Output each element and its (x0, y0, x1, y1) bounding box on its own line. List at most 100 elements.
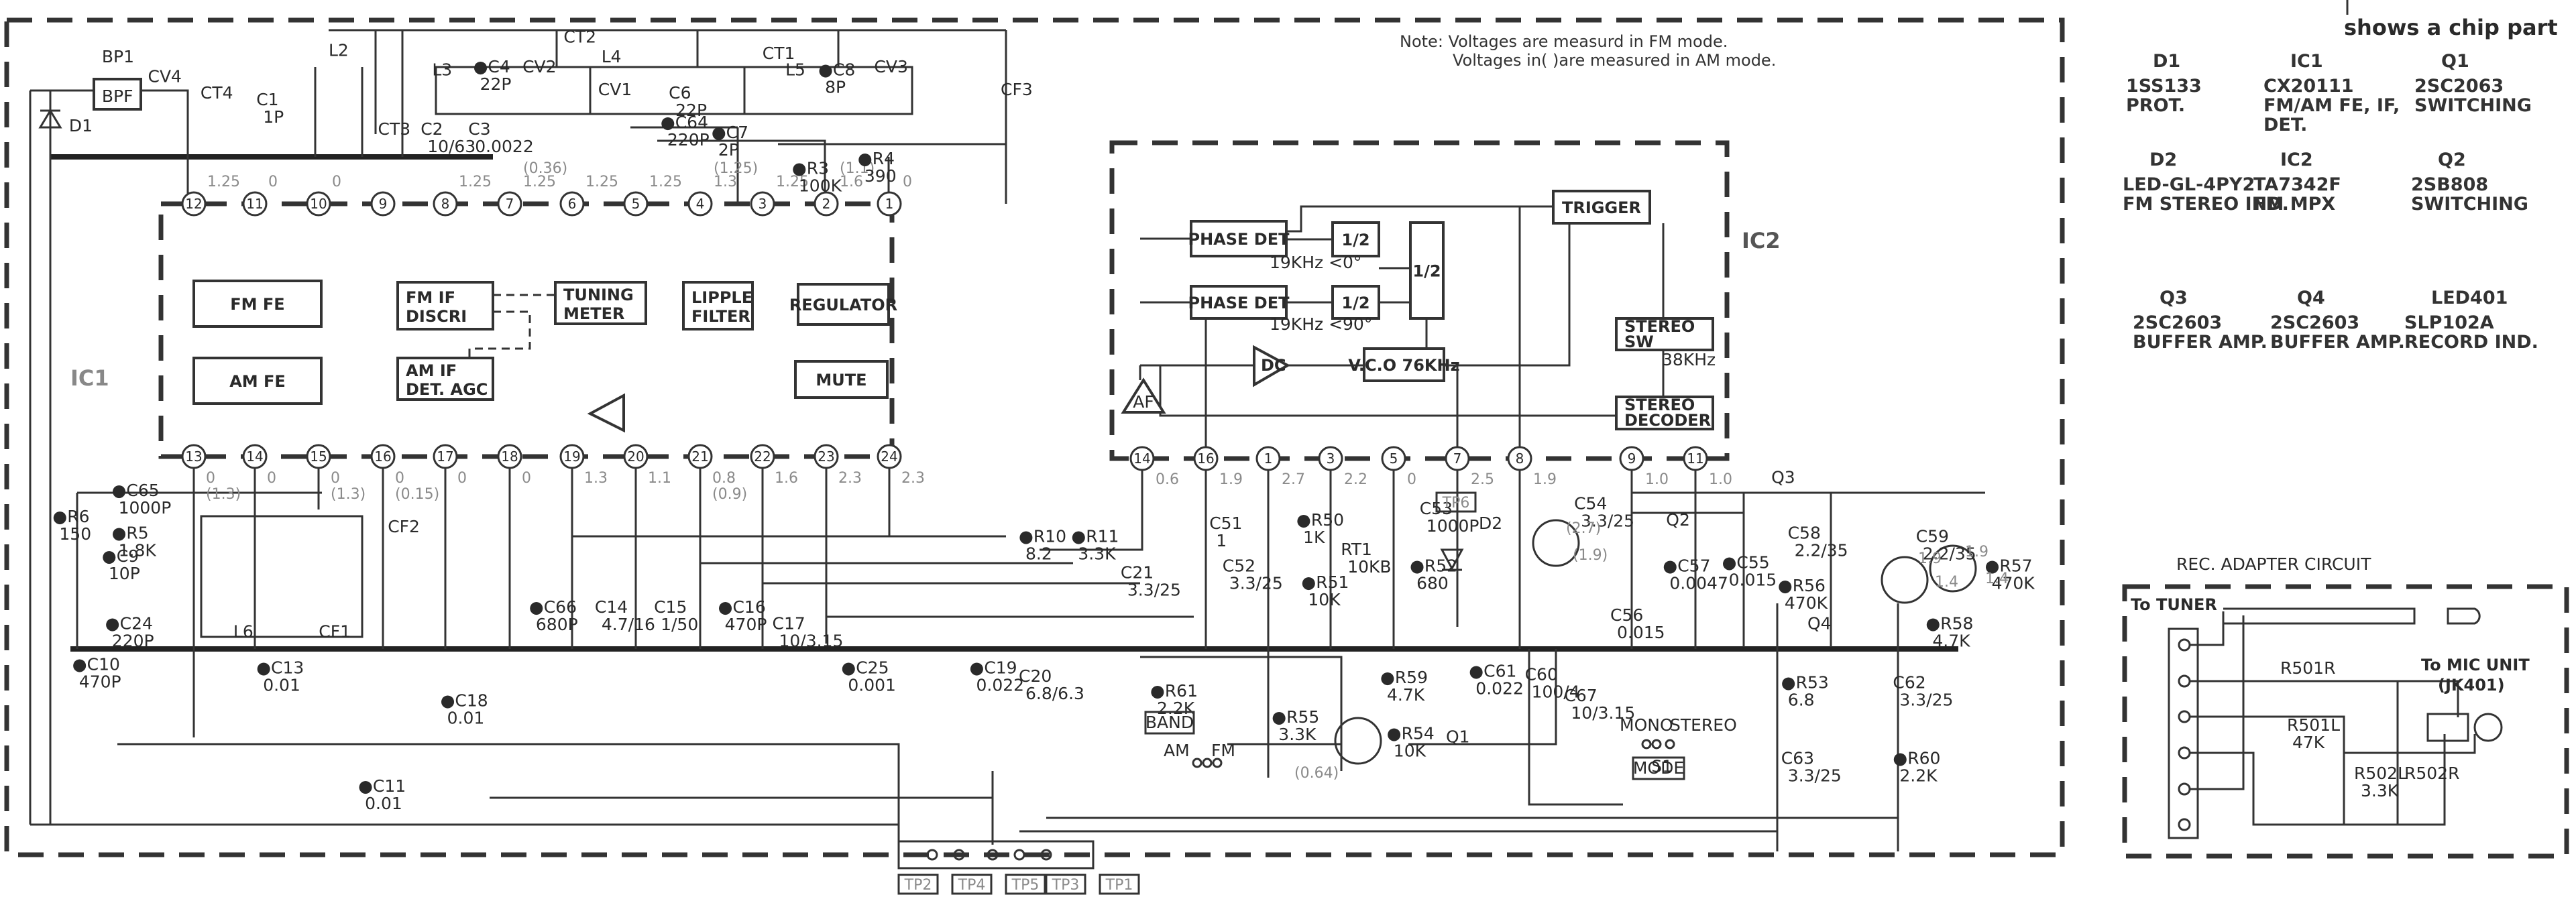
ic2-pin-number: 16 (1197, 451, 1214, 467)
ic2-block-label: 1/2 (1341, 231, 1369, 249)
ic1-amplifier-icon (587, 393, 625, 433)
component-ref: CV1 (598, 80, 632, 99)
component-value: 0.022 (976, 676, 1025, 695)
component-ref: D2 (1479, 514, 1502, 533)
component-value: 470P (79, 672, 121, 692)
mode-switch-contact[interactable] (1641, 739, 1652, 750)
component-ref: CV3 (874, 57, 907, 76)
component-ref: C67 (1564, 686, 1597, 705)
component-ref: L5 (785, 60, 805, 80)
component-value: 3.3K (1078, 544, 1116, 564)
transistor-voltage: 1.9 (1918, 550, 1942, 567)
mode-switch-contact[interactable] (1665, 739, 1675, 750)
test-point-label: TP1 (1105, 877, 1133, 894)
rec-adapter-title: REC. ADAPTER CIRCUIT (2176, 554, 2371, 574)
pin-voltage: 0 (268, 174, 278, 190)
component-ref: ●C16 (718, 597, 766, 617)
legend-function: BUFFER AMP. (2270, 332, 2405, 353)
test-point-terminal[interactable] (926, 849, 938, 861)
ic1-block-label: FM IF (406, 288, 455, 307)
band-switch-contact[interactable] (1192, 758, 1202, 768)
r502l-value: 3.3K (2361, 781, 2399, 800)
component-ref: C63 (1781, 748, 1814, 768)
component-value: 3.3/25 (1229, 574, 1283, 593)
ic1-block-label: TUNING (563, 286, 634, 304)
component-value: 0.001 (848, 676, 896, 695)
component-value: 6.8 (1788, 691, 1815, 710)
component-ref: CF2 (388, 517, 420, 536)
ic2-pin-number: 3 (1327, 451, 1335, 467)
component-ref: ●R52 (1410, 556, 1457, 576)
ic2-pin-number: 14 (1133, 451, 1150, 467)
component-ref: ●C8 (818, 60, 855, 80)
pin-voltage: 0 (903, 174, 912, 190)
ic2-block-label: DECODER (1624, 411, 1711, 430)
component-ref: Q1 (1446, 727, 1470, 746)
ic1-pin-number: 1 (885, 196, 894, 212)
to-tuner-label: To TUNER (2131, 595, 2217, 614)
ic1-block-label: METER (563, 304, 625, 323)
pin-voltage: 1.0 (1645, 471, 1669, 488)
component-ref: ●R10 (1019, 527, 1066, 546)
pin-voltage: 2.7 (1282, 471, 1305, 488)
component-ref: ●R55 (1272, 707, 1319, 727)
ic1-pin-number: 13 (185, 448, 202, 465)
ic2-pin-number: 5 (1390, 451, 1398, 467)
transistor-voltage: (0.64) (1294, 765, 1339, 782)
component-ref: C54 (1574, 494, 1607, 514)
pin-voltage-am: (1.25) (714, 160, 758, 177)
component-value: 470K (1785, 593, 1828, 613)
component-ref: L4 (602, 47, 622, 66)
component-ref: ●C25 (841, 658, 889, 678)
ic1-pin-number: 20 (627, 448, 644, 465)
component-ref: C1 (256, 90, 278, 109)
mode-switch-contact[interactable] (1651, 739, 1662, 750)
legend-function: SWITCHING (2414, 95, 2532, 116)
band-switch-contact[interactable] (1202, 758, 1213, 768)
legend-type: 2SC2603 (2270, 312, 2359, 333)
ic2-label: IC2 (1742, 228, 1781, 253)
ic1-pin-number: 12 (185, 196, 202, 212)
legend-type: CX20111 (2263, 76, 2354, 97)
component-value: 0.01 (447, 709, 485, 728)
component-ref: CF3 (1001, 80, 1033, 99)
component-ref: L2 (329, 40, 349, 60)
component-value: 0.01 (365, 794, 402, 813)
legend-function: BUFFER AMP. (2133, 332, 2267, 353)
component-ref: C51 (1209, 514, 1242, 533)
ic1-pin-number: 2 (822, 196, 831, 212)
ic1-pin-number: 6 (568, 196, 577, 212)
switch-am-label: AM (1164, 741, 1190, 760)
component-value: 6.8/6.3 (1025, 684, 1084, 703)
ic1-block-label: FILTER (691, 307, 750, 326)
component-value: 2.2K (1899, 766, 1938, 785)
component-value: 0.0047 (1669, 574, 1728, 593)
ic2-block-label: 1/2 (1341, 294, 1369, 312)
pin-voltage: 0 (457, 470, 467, 487)
test-point-label: TP5 (1011, 877, 1040, 894)
component-value: 390 (864, 166, 897, 186)
component-value: 470P (725, 615, 767, 634)
ic1-pin-number: 21 (691, 448, 708, 465)
component-ref: ●R56 (1778, 576, 1826, 595)
ic1-pin-number: 23 (818, 448, 834, 465)
to-mic-unit-label: To MIC UNIT (2421, 656, 2530, 674)
component-value: 1000P (1426, 516, 1479, 536)
legend-ref: Q2 (2438, 149, 2466, 170)
component-ref: C62 (1893, 673, 1925, 693)
test-point-label: TP4 (958, 877, 986, 894)
ic2-pin-number: 7 (1453, 451, 1462, 467)
test-point-terminal[interactable] (1013, 849, 1025, 861)
pin-voltage-am: (0.9) (712, 486, 747, 503)
pin-voltage: 2.3 (838, 470, 862, 487)
component-ref: ●C18 (441, 691, 488, 711)
component-ref: ●R50 (1296, 510, 1344, 530)
component-ref: RT1 (1341, 540, 1372, 559)
component-value: 3.3K (1278, 725, 1317, 744)
component-ref: Q2 (1666, 510, 1690, 530)
component-ref: C15 (654, 597, 687, 617)
component-value: 10K (1394, 741, 1426, 761)
component-value: 2P (718, 140, 739, 160)
pin-voltage: 0 (331, 470, 340, 487)
legend-function: FM/AM FE, IF, (2263, 95, 2400, 116)
